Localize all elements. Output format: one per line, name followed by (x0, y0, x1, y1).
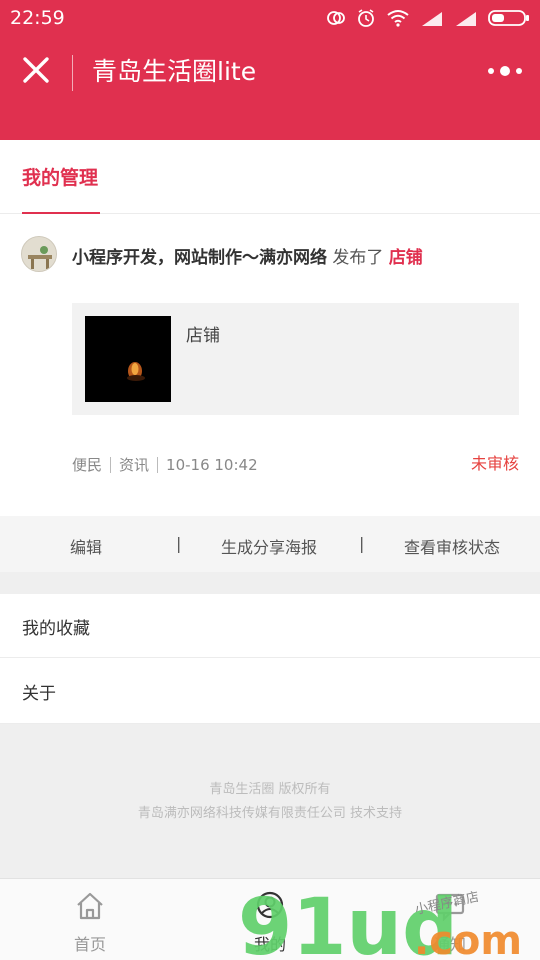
post-thumbnail (85, 316, 171, 402)
message-icon (432, 891, 468, 922)
post-category: 便民 (72, 456, 103, 474)
post-subcategory: 资讯 (119, 456, 150, 474)
status-time: 22:59 (10, 7, 65, 29)
nav-bar: 青岛生活圈lite (0, 36, 540, 108)
post-author[interactable]: 小程序开发，网站制作～满亦网络 (72, 248, 327, 268)
tab-bar-top: 我的管理 (0, 140, 540, 214)
signal-icon-2 (454, 10, 478, 30)
more-button[interactable] (488, 58, 522, 84)
post-card-title: 店铺 (186, 326, 220, 346)
avatar[interactable] (21, 236, 57, 272)
signal-icon-1 (420, 10, 444, 30)
tab-home-label: 首页 (73, 935, 106, 954)
action-divider: | (176, 534, 182, 553)
edit-button[interactable]: 编辑 (70, 534, 102, 558)
tab-mine-label: 我的 (253, 935, 286, 954)
sync-icon (326, 9, 346, 31)
tab-my-management[interactable]: 我的管理 (22, 163, 98, 190)
tab-mine[interactable]: 我的 (180, 879, 360, 960)
meta-divider (157, 456, 159, 473)
post-meta: 便民 资讯 10-16 10:42 (72, 454, 258, 475)
post-action-text: 发布了 (327, 248, 389, 268)
app-header: 22:59 青岛生活圈lite (0, 0, 540, 140)
post-headline: 小程序开发，网站制作～满亦网络 发布了 店铺 (72, 243, 423, 268)
post-card[interactable]: 店铺 (72, 303, 519, 415)
more-dots-icon (500, 66, 510, 76)
tab-notice[interactable]: 通知 (360, 879, 540, 960)
view-review-status-button[interactable]: 查看审核状态 (404, 534, 500, 558)
status-icons (326, 8, 530, 32)
more-dots-icon (488, 68, 494, 74)
more-dots-icon (516, 68, 522, 74)
menu-item-favorites[interactable]: 我的收藏 (0, 594, 540, 658)
section-gap (0, 572, 540, 594)
bottom-tab-bar: 首页 我的 通知 (0, 878, 540, 960)
close-button[interactable] (14, 48, 58, 92)
copyright-text: 青岛生活圈 版权所有 (209, 782, 331, 797)
tab-home[interactable]: 首页 (0, 879, 180, 960)
meta-divider (110, 456, 112, 473)
post-item[interactable]: 小程序开发，网站制作～满亦网络 发布了 店铺 店铺 便民 资讯 10-16 10… (0, 214, 540, 516)
share-poster-button[interactable]: 生成分享海报 (221, 534, 317, 558)
status-bar: 22:59 (0, 0, 540, 36)
review-status-badge: 未审核 (470, 454, 519, 473)
nav-divider (72, 55, 73, 91)
user-icon (252, 891, 288, 921)
menu-item-about[interactable]: 关于 (0, 659, 540, 724)
menu-item-label: 我的收藏 (22, 619, 90, 639)
post-type[interactable]: 店铺 (389, 248, 423, 268)
action-divider: | (359, 534, 365, 553)
page-title: 青岛生活圈lite (92, 57, 257, 86)
post-actions: 编辑 | 生成分享海报 | 查看审核状态 (0, 516, 540, 572)
tab-notice-label: 通知 (433, 935, 466, 954)
menu-item-label: 关于 (22, 684, 56, 704)
home-icon (72, 891, 108, 921)
page-footer: 青岛生活圈 版权所有 青岛满亦网络科技传媒有限责任公司 技术支持 (0, 724, 540, 878)
post-time: 10-16 10:42 (166, 455, 258, 474)
close-icon (23, 57, 49, 83)
support-text: 青岛满亦网络科技传媒有限责任公司 技术支持 (137, 806, 403, 821)
wifi-icon (386, 9, 410, 31)
battery-icon (488, 9, 530, 31)
alarm-icon (356, 8, 376, 32)
